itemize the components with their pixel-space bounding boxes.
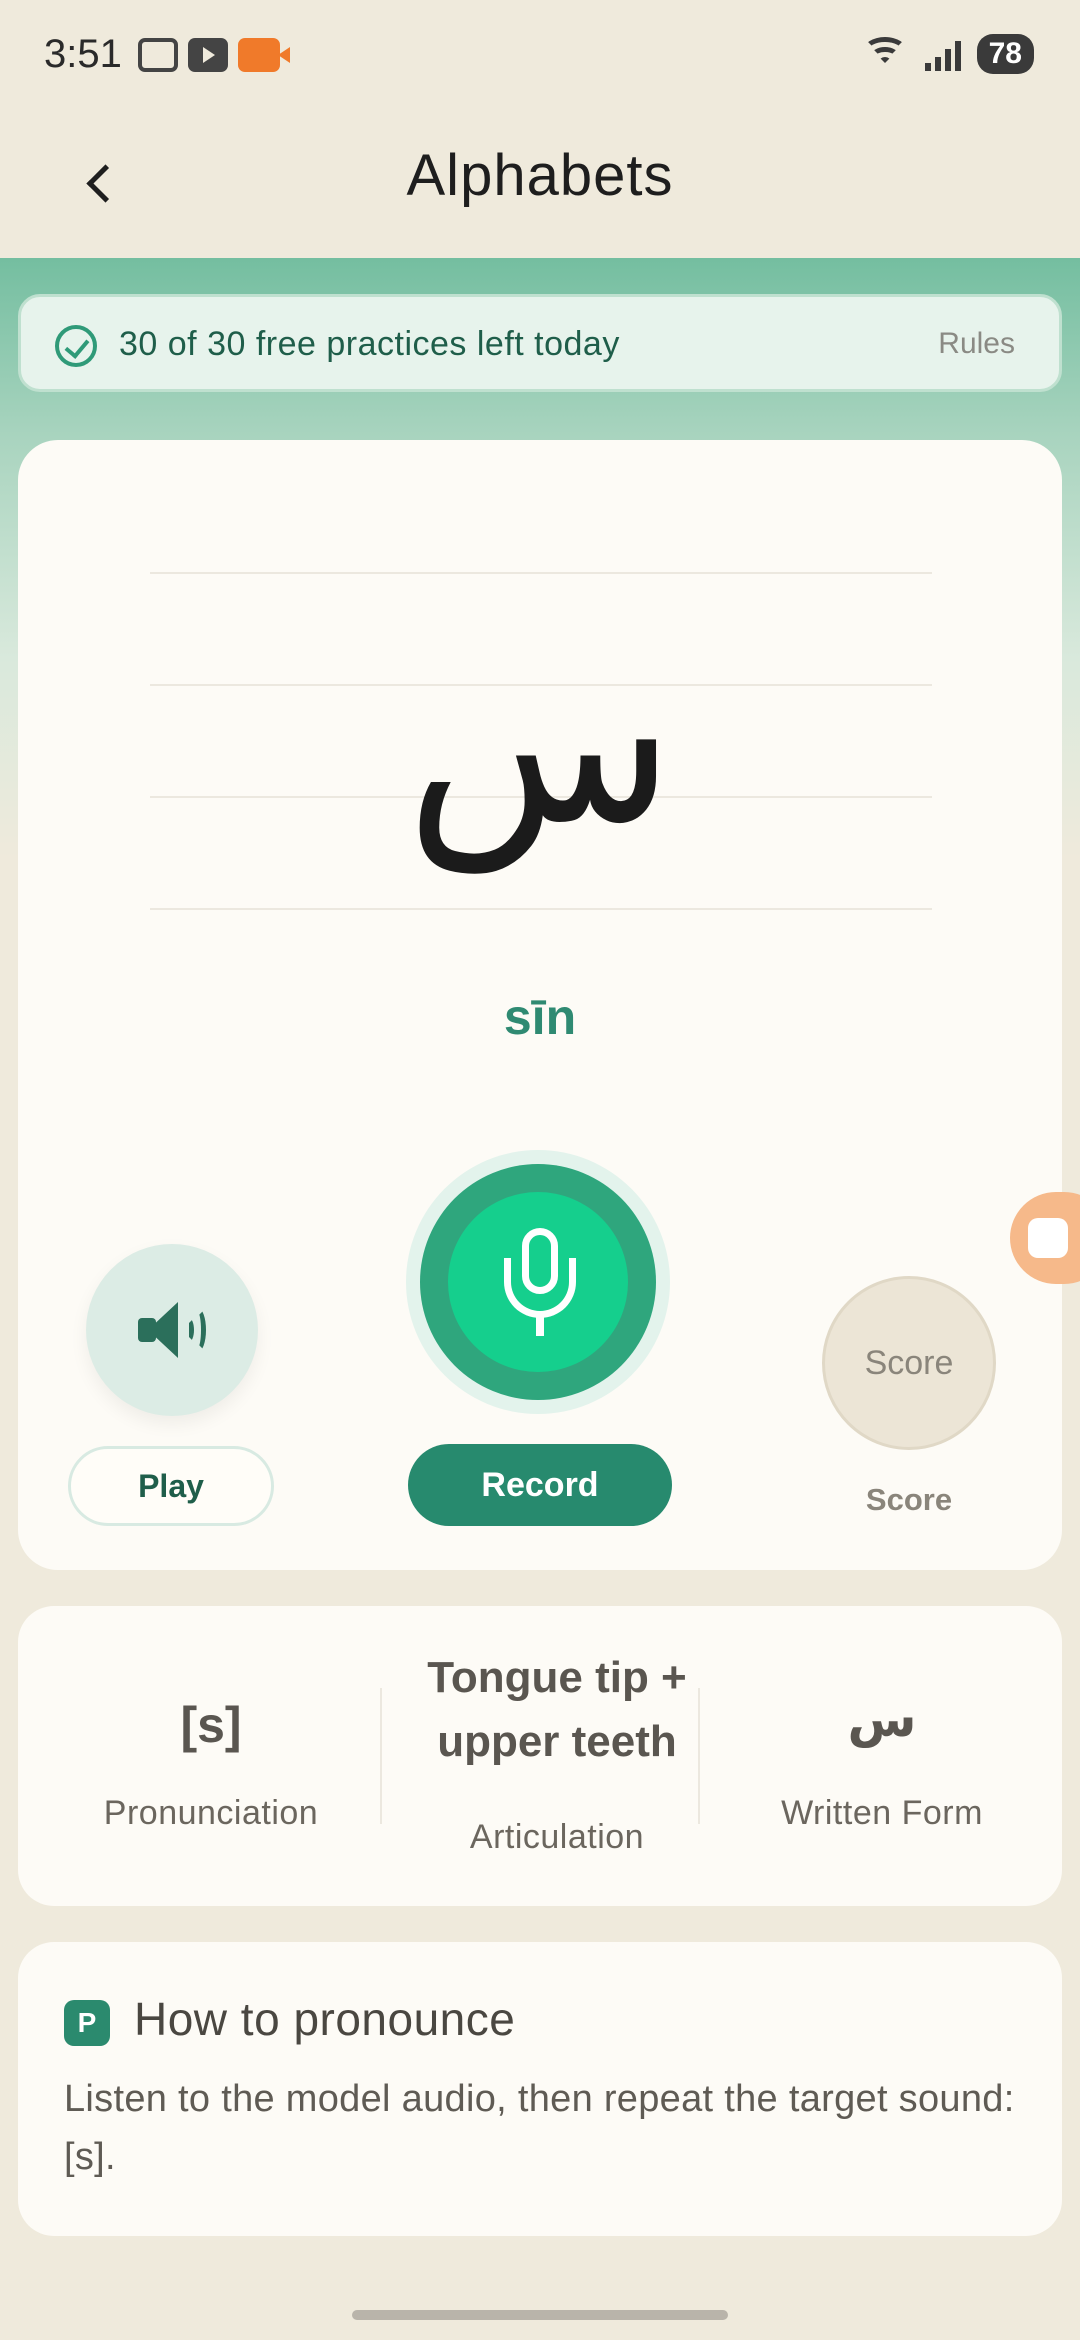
wifi-icon	[861, 35, 909, 73]
pronunciation-label: Pronunciation	[103, 1794, 319, 1832]
rules-link[interactable]: Rules	[938, 327, 1015, 361]
how-to-title: How to pronounce	[134, 1993, 516, 2045]
page-title: Alphabets	[406, 143, 674, 208]
transliteration: sīn	[503, 989, 577, 1045]
status-bar: 3:51 78	[0, 0, 1080, 112]
how-to-pronounce-card: P How to pronounce Listen to the model a…	[18, 1942, 1062, 2236]
free-practice-banner: 30 of 30 free practices left today Rules	[18, 294, 1062, 392]
pronunciation-value: [s]	[180, 1697, 242, 1753]
record-button[interactable]: Record	[408, 1444, 672, 1526]
letter-info-card: [s] Pronunciation Tongue tip + upper tee…	[18, 1606, 1062, 1906]
writing-guide-line	[150, 572, 932, 574]
play-audio-button[interactable]	[86, 1244, 258, 1416]
status-icons-right: 78	[861, 34, 1034, 74]
screen-record-icon	[238, 38, 290, 72]
screen: 3:51 78 Alphabets 30 of 30 free practice…	[0, 0, 1080, 2340]
articulation-label: Articulation	[469, 1818, 645, 1856]
app-header: Alphabets	[0, 112, 1080, 258]
column-divider	[698, 1688, 700, 1824]
status-time: 3:51	[44, 32, 122, 76]
screenshot-icon	[138, 38, 178, 72]
articulation-value-line2: upper teeth	[437, 1717, 677, 1766]
written-form-value: س	[847, 1690, 917, 1748]
microphone-icon	[502, 1228, 578, 1338]
arabic-letter: س	[405, 616, 675, 872]
free-practice-text: 30 of 30 free practices left today	[119, 325, 620, 363]
written-form-column: س Written Form	[702, 1606, 1062, 1906]
writing-guide-line	[150, 908, 932, 910]
battery-icon: 78	[976, 34, 1034, 74]
written-form-label: Written Form	[781, 1794, 983, 1832]
play-button[interactable]: Play	[68, 1446, 274, 1526]
signal-icon	[924, 37, 961, 71]
youtube-icon	[188, 38, 228, 72]
articulation-value-line1: Tongue tip +	[427, 1653, 687, 1702]
score-label: Score	[865, 1482, 953, 1517]
how-to-body: Listen to the model audio, then repeat t…	[64, 2078, 1015, 2178]
pronunciation-column: [s] Pronunciation	[18, 1606, 404, 1906]
check-circle-icon	[55, 325, 97, 367]
speaker-icon	[138, 1302, 208, 1358]
home-indicator[interactable]	[352, 2310, 728, 2320]
p-badge-icon: P	[64, 2000, 110, 2046]
score-circle: Score	[822, 1276, 996, 1450]
status-icons-left	[138, 38, 290, 72]
articulation-column: Tongue tip + upper teeth Articulation	[382, 1606, 732, 1906]
